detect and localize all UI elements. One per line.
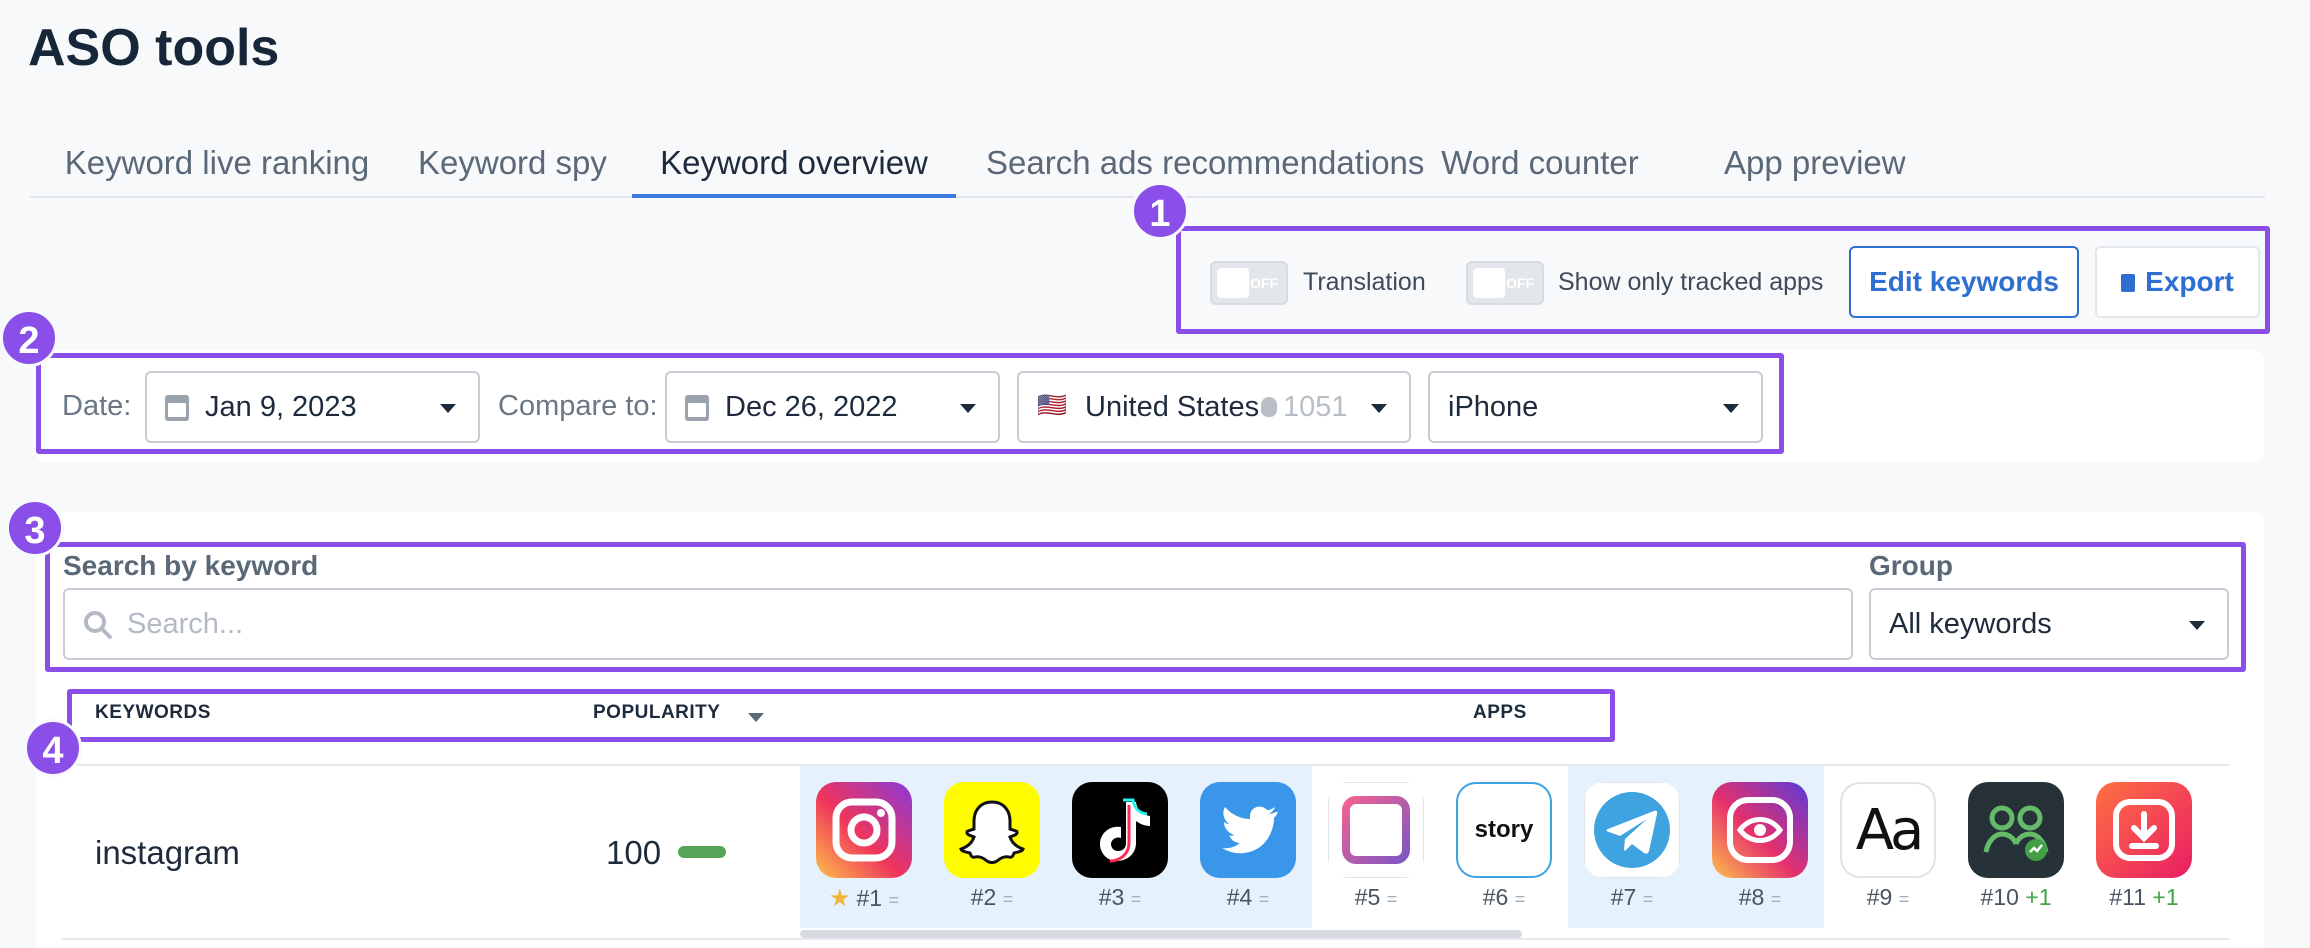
- rank-value: #1: [856, 885, 889, 911]
- callout-badge-1: 1: [1131, 182, 1189, 240]
- callout-badge-2: 2: [0, 309, 58, 367]
- rank-change: =: [1898, 889, 1910, 909]
- rank-value: #3: [1098, 884, 1131, 910]
- twitter-icon[interactable]: [1200, 782, 1296, 878]
- app-cell[interactable]: #7 =: [1568, 766, 1696, 928]
- tab-keyword-live-ranking[interactable]: Keyword live ranking: [62, 140, 372, 198]
- snapchat-icon[interactable]: [944, 782, 1040, 878]
- app-cell[interactable]: #3 =: [1056, 766, 1184, 928]
- tab-label: App preview: [1724, 144, 1906, 181]
- popularity-value: 100: [606, 834, 662, 871]
- rank-value: #5: [1354, 884, 1387, 910]
- downloader-icon[interactable]: [2096, 782, 2192, 878]
- fonts-icon[interactable]: Aa: [1840, 782, 1936, 878]
- app-cell[interactable]: #8 =: [1696, 766, 1824, 928]
- rank-value: #8: [1738, 884, 1771, 910]
- tab-label: Keyword live ranking: [64, 144, 370, 181]
- app-rank: #9 =: [1824, 884, 1952, 911]
- rank-value: #6: [1482, 884, 1515, 910]
- app-rank: #2 =: [928, 884, 1056, 911]
- callout-box-2: [36, 353, 1784, 454]
- keyword-cell[interactable]: instagram: [95, 834, 240, 872]
- telegram-icon[interactable]: [1584, 782, 1680, 878]
- rank-value: #10: [1980, 884, 2026, 910]
- rank-value: #11: [2109, 884, 2153, 910]
- app-rank: ★ #1 =: [800, 884, 928, 913]
- app-rank: #10 +1: [1952, 884, 2080, 911]
- rank-change: =: [1642, 889, 1654, 909]
- app-cell[interactable]: #2 =: [928, 766, 1056, 928]
- rank-value: #2: [970, 884, 1003, 910]
- app-rank: #7 =: [1568, 884, 1696, 911]
- layout-icon[interactable]: [1328, 782, 1424, 878]
- instagram-icon[interactable]: [816, 782, 912, 878]
- tab-label: Search ads recommendations: [986, 144, 1425, 181]
- callout-box-3: [45, 542, 2246, 672]
- rank-change: =: [1770, 889, 1782, 909]
- tab-app-preview[interactable]: App preview: [1724, 140, 1906, 198]
- app-cell[interactable]: ★ #1 =: [800, 766, 928, 928]
- rank-value: #7: [1610, 884, 1643, 910]
- app-cell[interactable]: #10 +1: [1952, 766, 2080, 928]
- rank-change: =: [1258, 889, 1270, 909]
- tab-word-counter[interactable]: Word counter: [1430, 140, 1650, 198]
- row-divider: [62, 938, 2230, 940]
- callout-box-1: [1176, 226, 2270, 334]
- rank-change: =: [1002, 889, 1014, 909]
- tab-label: Keyword spy: [418, 144, 607, 181]
- insta-eye-icon[interactable]: [1712, 782, 1808, 878]
- tab-label: Keyword overview: [660, 144, 928, 181]
- rank-change: =: [1130, 889, 1142, 909]
- app-cell[interactable]: #5 =: [1312, 766, 1440, 928]
- icon-text: story: [1474, 816, 1534, 843]
- rank-change: =: [1514, 889, 1526, 909]
- app-cell[interactable]: #4 =: [1184, 766, 1312, 928]
- tab-search-ads-recommendations[interactable]: Search ads recommendations: [986, 140, 1425, 198]
- app-cell[interactable]: Aa #9 =: [1824, 766, 1952, 928]
- tiktok-icon[interactable]: [1072, 782, 1168, 878]
- tab-keyword-spy[interactable]: Keyword spy: [418, 140, 607, 198]
- app-rank: #4 =: [1184, 884, 1312, 911]
- rank-change: =: [888, 890, 899, 910]
- icon-text: Aa: [1855, 798, 1925, 863]
- rank-change: +1: [2025, 884, 2052, 910]
- rank-change: =: [1386, 889, 1398, 909]
- callout-badge-3: 3: [6, 499, 64, 557]
- rank-value: #4: [1226, 884, 1259, 910]
- followers-icon[interactable]: [1968, 782, 2064, 878]
- tab-label: Word counter: [1441, 144, 1639, 181]
- app-rank: #11 +1: [2080, 884, 2208, 911]
- tab-keyword-overview[interactable]: Keyword overview: [632, 140, 956, 198]
- rank-change: +1: [2152, 884, 2179, 910]
- star-icon: ★: [828, 885, 851, 912]
- app-cell[interactable]: #11 +1: [2080, 766, 2208, 928]
- page-title: ASO tools: [28, 19, 280, 77]
- callout-box-4: [67, 689, 1615, 742]
- horizontal-scrollbar[interactable]: [800, 930, 1522, 938]
- app-rank: #8 =: [1696, 884, 1824, 911]
- popularity-bar: [678, 846, 726, 858]
- rank-value: #9: [1866, 884, 1899, 910]
- app-cell[interactable]: story #6 =: [1440, 766, 1568, 928]
- callout-badge-4: 4: [24, 719, 82, 777]
- app-rank: #5 =: [1312, 884, 1440, 911]
- app-rank: #3 =: [1056, 884, 1184, 911]
- story-icon[interactable]: story: [1456, 782, 1552, 878]
- app-rank: #6 =: [1440, 884, 1568, 911]
